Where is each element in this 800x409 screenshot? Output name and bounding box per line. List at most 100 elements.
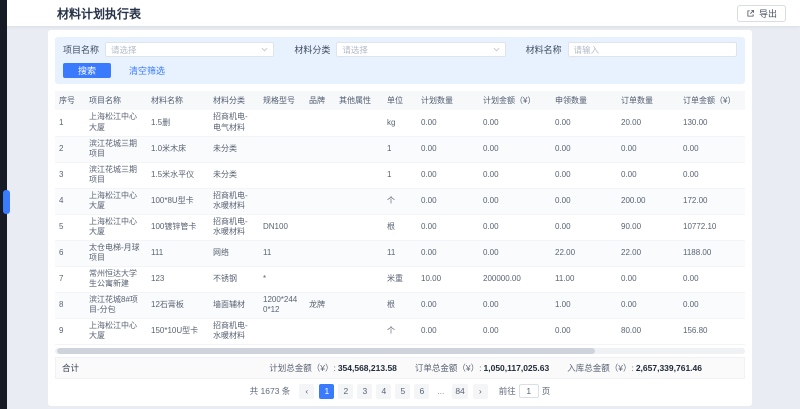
table-cell: 123 <box>147 266 209 292</box>
scrollbar-thumb[interactable] <box>57 348 595 354</box>
table-cell: 200.00 <box>617 188 679 214</box>
table-cell <box>305 162 335 188</box>
table-cell: 太仓电梯-月球项目 <box>85 240 147 266</box>
column-header: 申领数量 <box>551 91 617 110</box>
table-cell: 0.00 <box>551 318 617 344</box>
horizontal-scrollbar[interactable] <box>55 348 745 354</box>
clear-filter-button[interactable]: 清空筛选 <box>129 64 165 77</box>
page-button[interactable]: 3 <box>357 384 372 399</box>
table-row: 6太仓电梯-月球项目111网络11110.000.0022.0022.00118… <box>55 240 745 266</box>
goto-page-input[interactable] <box>519 384 539 398</box>
table-cell: 100镀锌管卡 <box>147 214 209 240</box>
table-cell: 100*8U型卡 <box>147 188 209 214</box>
column-header: 订单金额（¥） <box>679 91 745 110</box>
table-cell: 111 <box>147 240 209 266</box>
table-cell: 根 <box>383 214 417 240</box>
table-cell: 0.00 <box>417 240 479 266</box>
table-row: 3滨江花城三期项目1.5米水平仪未分类10.000.000.000.000.00 <box>55 162 745 188</box>
table-cell: 11 <box>259 240 305 266</box>
table-cell: 22.00 <box>617 240 679 266</box>
next-page-button[interactable]: › <box>473 384 488 399</box>
table-cell: kg <box>383 110 417 136</box>
table-cell: 1 <box>383 136 417 162</box>
table-cell: 0.00 <box>679 292 745 318</box>
table-cell: 1188.00 <box>679 240 745 266</box>
page-button[interactable]: 1 <box>319 384 334 399</box>
column-header: 规格型号 <box>259 91 305 110</box>
table-cell <box>259 188 305 214</box>
table-cell: 3 <box>55 162 85 188</box>
pager-ellipsis[interactable]: ... <box>433 384 448 399</box>
table-cell <box>259 318 305 344</box>
material-name-input[interactable]: 请输入 <box>568 42 737 57</box>
page-button[interactable]: 6 <box>414 384 429 399</box>
table-cell: 7 <box>55 266 85 292</box>
page-button[interactable]: 84 <box>452 384 467 399</box>
prev-page-button[interactable]: ‹ <box>299 384 314 399</box>
column-header: 其他属性 <box>335 91 383 110</box>
page-button[interactable]: 2 <box>338 384 353 399</box>
sidebar-expand-handle[interactable] <box>3 190 10 214</box>
project-name-select[interactable]: 请选择 <box>105 42 274 57</box>
table-cell: 0.00 <box>479 188 551 214</box>
column-header: 材料分类 <box>209 91 259 110</box>
table-row: 8滨江花城8#项目-分包12石膏板墙面辅材1200*2440*12龙牌根0.00… <box>55 292 745 318</box>
page-title: 材料计划执行表 <box>57 5 737 22</box>
table-cell <box>305 266 335 292</box>
search-button[interactable]: 搜索 <box>63 63 111 78</box>
table-cell <box>335 266 383 292</box>
table-cell: 1.00 <box>551 292 617 318</box>
table-cell: 根 <box>383 292 417 318</box>
table-cell: * <box>259 266 305 292</box>
goto-suffix-label: 页 <box>542 385 551 397</box>
table-cell: 滨江花城8#项目-分包 <box>85 292 147 318</box>
material-category-select[interactable]: 请选择 <box>336 42 505 57</box>
table-cell: 0.00 <box>617 266 679 292</box>
table-cell: 0.00 <box>417 214 479 240</box>
table-cell: 200000.00 <box>479 266 551 292</box>
table-cell: 0.00 <box>417 110 479 136</box>
export-button[interactable]: 导出 <box>737 5 786 22</box>
table-cell: 未分类 <box>209 136 259 162</box>
filter-group-material-category: 材料分类 请选择 <box>294 42 505 57</box>
table-cell <box>335 110 383 136</box>
page-button[interactable]: 4 <box>376 384 391 399</box>
table-cell: 0.00 <box>551 214 617 240</box>
table-cell: 172.00 <box>679 188 745 214</box>
table-cell <box>335 136 383 162</box>
table-cell: 招商机电-水暖材料 <box>209 318 259 344</box>
table-cell: 墙面辅材 <box>209 292 259 318</box>
summary-row: 合计 计划总金额（¥）:354,568,213.58订单总金额（¥）:1,050… <box>55 357 745 379</box>
table-cell: 个 <box>383 318 417 344</box>
table-cell: 0.00 <box>479 162 551 188</box>
table-cell: 6 <box>55 240 85 266</box>
table-cell: 0.00 <box>551 136 617 162</box>
table-cell: 150*10U型卡 <box>147 318 209 344</box>
table-cell: 常州恒达大学生公寓新建 <box>85 266 147 292</box>
table-cell <box>335 162 383 188</box>
table-cell: 0.00 <box>479 292 551 318</box>
table-cell: 0.00 <box>679 136 745 162</box>
table-cell: 10.00 <box>417 266 479 292</box>
export-label: 导出 <box>759 7 777 20</box>
filter-group-material-name: 材料名称 请输入 <box>526 42 737 57</box>
chevron-down-icon <box>493 47 500 52</box>
table-cell: 0.00 <box>479 136 551 162</box>
filter-actions: 搜索 清空筛选 <box>63 63 737 78</box>
column-header: 订单数量 <box>617 91 679 110</box>
page-button[interactable]: 5 <box>395 384 410 399</box>
table-cell: 1 <box>55 110 85 136</box>
material-name-label: 材料名称 <box>526 43 562 56</box>
table-cell: 上海松江中心大厦 <box>85 110 147 136</box>
table-cell: 0.00 <box>417 188 479 214</box>
summary-item: 订单总金额（¥）:1,050,117,025.63 <box>415 362 549 374</box>
table-cell: 0.00 <box>551 162 617 188</box>
filter-row: 项目名称 请选择 材料分类 请选择 材料名称 <box>63 42 737 57</box>
table-cell: 龙牌 <box>305 292 335 318</box>
table-cell <box>335 292 383 318</box>
pagination: 共 1673 条 ‹ 123456...84 › 前往 页 <box>55 384 745 399</box>
table-cell: 0.00 <box>679 162 745 188</box>
table-cell: 0.00 <box>417 162 479 188</box>
table-cell: 米重 <box>383 266 417 292</box>
table-cell <box>259 162 305 188</box>
